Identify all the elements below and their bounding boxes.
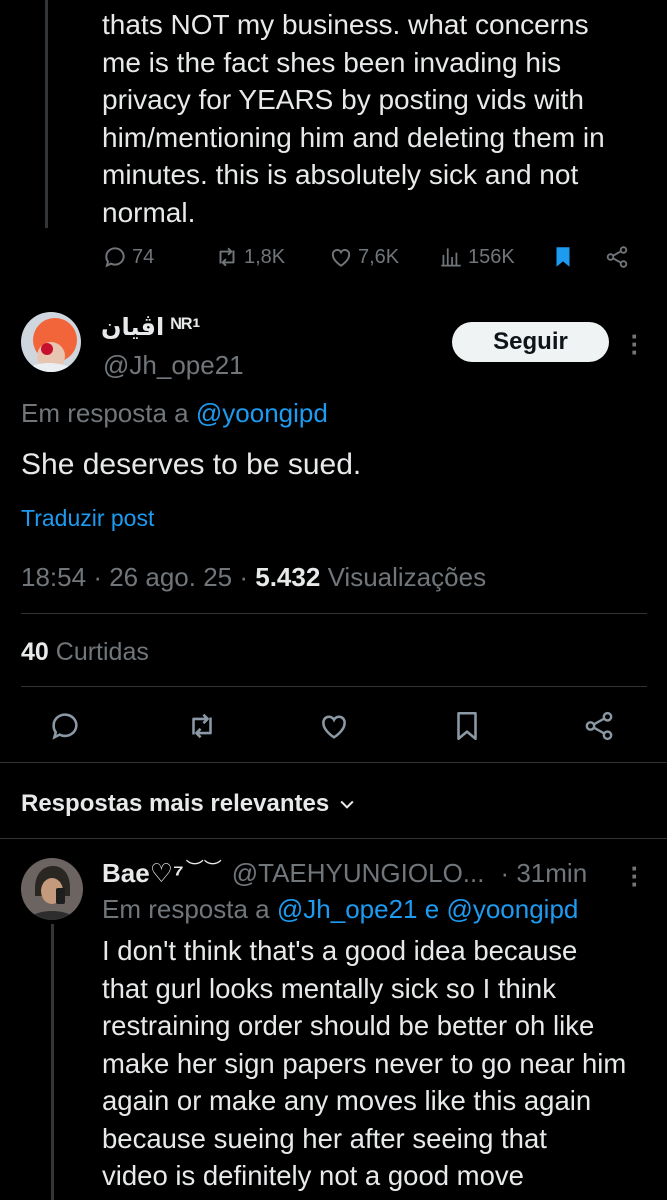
reply-button[interactable]: 74 [102,244,154,270]
follow-button[interactable]: Seguir [452,322,609,362]
bookmark-button[interactable] [447,706,487,746]
text-line: again or make any moves like this again [102,1085,592,1116]
reply-mention[interactable]: @yoongipd [446,894,578,924]
tweet-text: She deserves to be sued. [21,448,362,481]
bookmark-button[interactable] [550,244,576,270]
text-line: minutes. this is absolutely sick and not [102,159,579,190]
like-button[interactable]: 7,6K [328,244,399,270]
retweet-button[interactable] [182,706,222,746]
share-button[interactable] [604,244,630,270]
text-line: thats NOT my business. what concerns [102,9,589,40]
replies-sort-label: Respostas mais relevantes [21,790,330,817]
avatar[interactable] [21,312,81,372]
divider [21,613,647,614]
likes-count: 40 [21,638,49,666]
text-line: me is the fact shes been invading his [102,46,562,78]
chevron-down-icon [340,800,354,809]
reply-context: Em resposta a @yoongipd [21,398,328,429]
heart-icon [322,715,346,739]
text-line: him/mentioning him and deleting them in [102,121,605,153]
reply-icon [105,247,125,268]
tweet-time[interactable]: 18:54 [21,562,86,592]
heart-icon [331,248,351,267]
views-button[interactable]: 156K [438,244,515,270]
reply-text: I don't think that's a good idea because… [102,932,652,1195]
text-line: normal. [102,196,196,228]
like-count: 7,6K [358,245,400,268]
replies-sort-dropdown[interactable]: Respostas mais relevantes [21,790,357,818]
reply-header: Bae♡⁷ ︶︶ @TAEHYUNGIOLO... · 31min [102,858,587,889]
more-options-icon[interactable]: · · · [628,323,642,365]
divider [0,838,667,839]
reply-mention[interactable]: @Jh_ope21 [277,894,418,924]
tweet-meta: 18:54 · 26 ago. 25 · 5.432 Visualizações [21,562,486,593]
like-button[interactable] [314,706,354,746]
reply-mention[interactable]: @yoongipd [196,398,328,428]
reply-handle[interactable]: @TAEHYUNGIOLO... [232,858,485,889]
likes-summary[interactable]: 40 Curtidas [21,638,149,667]
text-line: because sueing her after seeing that [102,1122,547,1154]
divider [21,686,647,687]
views-count: 5.432 [255,562,321,592]
views-icon [441,248,461,267]
avatar-image [21,858,83,920]
reply-avatar[interactable] [21,858,83,920]
previous-tweet-actions: 74 1,8K 7,6K 156K [102,244,642,284]
reply-time[interactable]: · 31min [500,858,587,889]
user-handle[interactable]: @Jh_ope21 [103,350,244,381]
share-icon [585,711,613,741]
reply-context: Em resposta a @Jh_ope21 e @yoongipd [102,894,578,925]
previous-tweet-text: thats NOT my business. what concerns me … [102,6,647,231]
share-icon [606,246,628,268]
thread-line [45,0,48,228]
reply-icon [52,713,78,740]
reply-join: e [424,894,440,924]
retweet-icon [192,713,212,739]
reply-display-name[interactable]: Bae♡⁷ [102,858,184,889]
more-options-icon[interactable]: · · · [628,855,642,897]
bookmark-filled-icon [556,247,570,267]
retweet-icon [219,247,235,267]
views-count: 156K [468,245,515,268]
text-line: make her sign papers never to go near hi… [102,1047,627,1079]
name-decoration: ︶︶ [185,858,222,879]
meta-separator: · [239,562,249,592]
text-line: I don't think that's a good idea because [102,935,578,966]
retweet-button[interactable]: 1,8K [214,244,285,270]
thread-line [51,924,54,1200]
share-button[interactable] [579,706,619,746]
text-line: video is definitely not a good move [102,1160,524,1191]
reply-prefix: Em resposta a [102,894,270,924]
tweet-date[interactable]: 26 ago. 25 [109,562,232,592]
reply-button[interactable] [45,706,85,746]
likes-label: Curtidas [55,638,149,666]
display-name[interactable]: اڤيان ᴺᴿ¹ [101,313,200,342]
text-line: restraining order should be better oh li… [102,1010,595,1041]
avatar-image [21,312,81,372]
bookmark-icon [457,711,477,741]
translate-link[interactable]: Traduzir post [21,505,154,532]
reply-prefix: Em resposta a [21,398,189,428]
text-line: privacy for YEARS by posting vids with [102,84,584,115]
reply-count: 74 [132,245,155,268]
divider [0,762,667,763]
text-line: that gurl looks mentally sick so I think [102,972,556,1004]
retweet-count: 1,8K [244,245,286,268]
meta-separator: · [93,562,102,592]
views-label: Visualizações [327,562,487,592]
